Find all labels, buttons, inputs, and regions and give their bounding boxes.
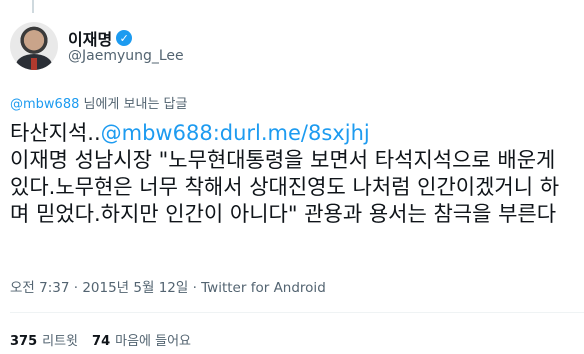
retweets-count: 375 [10,334,38,349]
reply-mention-link[interactable]: @mbw688 [10,97,79,112]
tweet-mention-link[interactable]: @mbw688 [101,121,213,145]
tweet-url-link[interactable]: durl.me/8sxjhj [220,121,370,145]
tweet-source[interactable]: Twitter for Android [201,280,326,296]
tweet-date[interactable]: 2015년 5월 12일 [82,280,188,296]
likes-count: 74 [92,334,111,349]
avatar-tie [31,58,37,70]
author-handle[interactable]: @Jaemyung_Lee [68,48,184,64]
replying-to-line: @mbw688 님에게 보내는 답글 [10,93,187,112]
divider [10,312,584,313]
reply-suffix: 님에게 보내는 답글 [79,97,188,112]
author-display-name[interactable]: 이재명 [68,26,112,50]
tweet-body: 이재명 성남시장 "노무현대통령을 보면서 타석지석으로 배운게 있다.노무현은… [10,148,560,226]
tweet-time[interactable]: 오전 7:37 [10,280,69,296]
likes-stat[interactable]: 74 마음에 들어요 [92,330,191,349]
tweet-prefix: 타산지석.. [10,121,101,145]
meta-separator: · [188,280,202,296]
retweets-stat[interactable]: 375 리트윗 [10,330,78,349]
tweet-colon: : [212,121,220,145]
retweets-label: 리트윗 [42,334,79,349]
verified-badge-icon: ✓ [116,30,133,46]
thread-connector-line [32,0,34,13]
avatar[interactable] [10,22,58,70]
author-name-row: 이재명 ✓ [68,26,133,50]
tweet-meta: 오전 7:37 · 2015년 5월 12일 · Twitter for And… [10,276,326,296]
tweet-text: 타산지석..@mbw688:durl.me/8sxjhj 이재명 성남시장 "노… [10,120,578,228]
likes-label: 마음에 들어요 [115,334,192,349]
tweet-stats: 375 리트윗 74 마음에 들어요 [10,330,191,349]
meta-separator: · [69,280,83,296]
